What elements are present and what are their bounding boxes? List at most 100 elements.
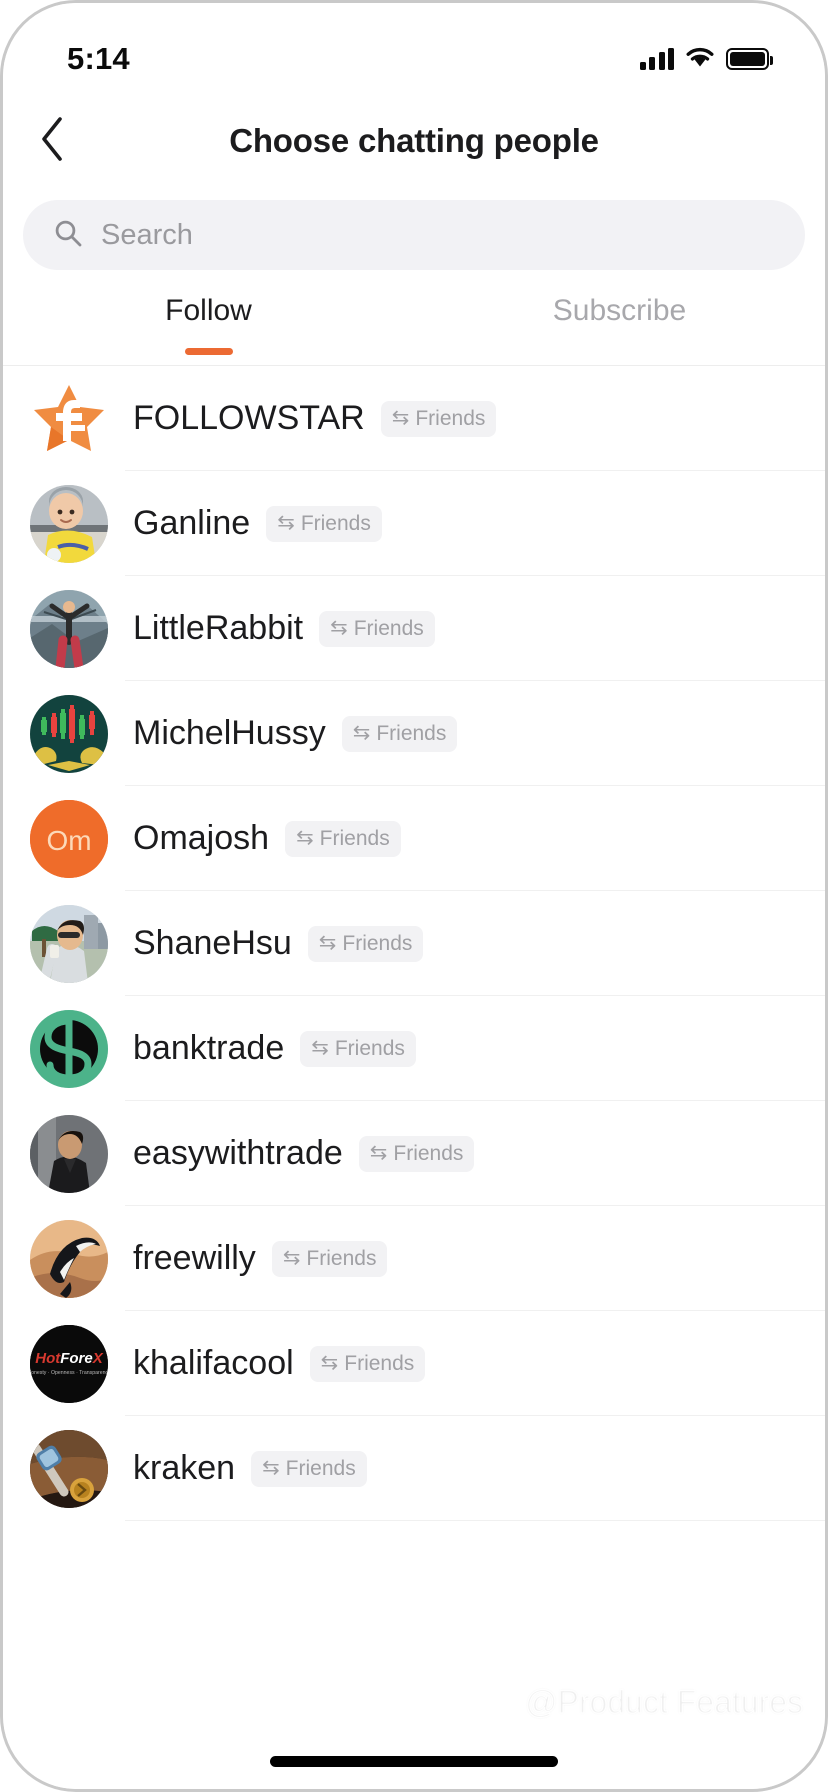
status-badge: ⇆ Friends <box>309 1345 426 1382</box>
avatar <box>30 589 108 668</box>
hotforex-logo-icon: HotForeX Honesty · Openness · Transparen… <box>30 1324 108 1403</box>
avatar <box>30 1429 108 1508</box>
avatar: HotForeX Honesty · Openness · Transparen… <box>30 1324 108 1403</box>
list-item[interactable]: Ganline ⇆ Friends <box>3 471 825 576</box>
status-badge: ⇆ Friends <box>307 925 424 962</box>
battery-full-icon <box>726 48 773 70</box>
status-badge-label: Friends <box>344 1351 415 1375</box>
exchange-arrows-icon: ⇆ <box>352 721 371 744</box>
exchange-arrows-icon: ⇆ <box>277 511 295 534</box>
search-input[interactable]: Search <box>23 200 805 270</box>
orca-whale-photo-icon <box>30 1219 108 1298</box>
tab-follow[interactable]: Follow <box>3 286 414 365</box>
person-arms-raised-photo-icon <box>30 589 108 668</box>
status-badge-label: Friends <box>393 1141 464 1165</box>
phone-frame: 5:14 Choose chatting people Search Follo… <box>0 0 828 1792</box>
status-badge-label: Friends <box>306 1246 377 1270</box>
app-screen: 5:14 Choose chatting people Search Follo… <box>3 3 825 1789</box>
list-item-name: ShaneHsu <box>133 924 292 962</box>
status-badge-label: Friends <box>376 721 447 745</box>
status-badge-label: Friends <box>319 826 390 850</box>
status-bar: 5:14 <box>3 3 825 99</box>
watch-photo-icon <box>30 1429 108 1508</box>
baby-photo-icon <box>30 484 108 563</box>
list-item[interactable]: kraken ⇆ Friends <box>3 1416 825 1521</box>
list-item-name: easywithtrade <box>133 1134 343 1172</box>
avatar <box>30 1114 108 1193</box>
list-item[interactable]: HotForeX Honesty · Openness · Transparen… <box>3 1311 825 1416</box>
search-icon <box>53 218 83 253</box>
list-item-name: Omajosh <box>133 819 270 857</box>
status-badge-label: Friends <box>285 1456 356 1480</box>
status-badge-label: Friends <box>342 931 413 955</box>
app-header: Choose chatting people <box>3 99 825 183</box>
list-item[interactable]: MichelHussy ⇆ Friends <box>3 681 825 786</box>
tab-follow-label: Follow <box>165 294 252 327</box>
status-badge: ⇆ Friends <box>266 505 382 542</box>
back-button[interactable] <box>25 114 79 168</box>
search-placeholder: Search <box>101 218 193 251</box>
list-item[interactable]: FOLLOWSTAR ⇆ Friends <box>3 366 825 471</box>
chevron-left-icon <box>39 116 65 167</box>
status-badge-label: Friends <box>334 1036 405 1060</box>
status-badge: ⇆ Friends <box>285 820 401 857</box>
avatar <box>30 379 108 458</box>
exchange-arrows-icon: ⇆ <box>369 1141 388 1164</box>
list-item-name: banktrade <box>133 1029 285 1067</box>
people-list: FOLLOWSTAR ⇆ Friends Ganline ⇆ Friends L… <box>3 366 825 1789</box>
list-item[interactable]: ShaneHsu ⇆ Friends <box>3 891 825 996</box>
green-dollar-sign-logo-icon <box>30 1009 108 1088</box>
list-item-name: LittleRabbit <box>133 609 304 647</box>
list-item-name: khalifacool <box>133 1344 294 1382</box>
status-badge: ⇆ Friends <box>380 400 497 437</box>
status-badge: ⇆ Friends <box>251 1450 367 1487</box>
tab-bar: Follow Subscribe <box>3 286 825 366</box>
status-badge-label: Friends <box>353 616 424 640</box>
avatar <box>30 694 108 773</box>
page-title: Choose chatting people <box>229 122 599 159</box>
exchange-arrows-icon: ⇆ <box>330 616 348 639</box>
avatar <box>30 484 108 563</box>
man-dark-shirt-photo-icon <box>30 1114 108 1193</box>
status-badge: ⇆ Friends <box>358 1135 475 1172</box>
exchange-arrows-icon: ⇆ <box>282 1246 301 1269</box>
tab-active-indicator <box>184 348 233 355</box>
list-item[interactable]: banktrade ⇆ Friends <box>3 996 825 1101</box>
home-indicator[interactable] <box>270 1756 558 1767</box>
tab-subscribe[interactable]: Subscribe <box>414 286 825 365</box>
status-time: 5:14 <box>67 41 130 76</box>
status-badge: ⇆ Friends <box>271 1240 388 1277</box>
avatar: Om <box>30 799 108 878</box>
hotforex-tagline-text: Honesty · Openness · Transparency <box>30 1370 108 1376</box>
man-outdoors-photo-icon <box>30 904 108 983</box>
status-badge-label: Friends <box>415 406 486 430</box>
list-item-name: Ganline <box>133 504 251 542</box>
status-badge: ⇆ Friends <box>300 1030 416 1067</box>
list-item-name: FOLLOWSTAR <box>133 399 365 437</box>
list-item[interactable]: easywithtrade ⇆ Friends <box>3 1101 825 1206</box>
exchange-arrows-icon: ⇆ <box>262 1456 280 1479</box>
exchange-arrows-icon: ⇆ <box>311 1036 329 1059</box>
exchange-arrows-icon: ⇆ <box>320 1351 339 1374</box>
avatar <box>30 1009 108 1088</box>
search-container: Search <box>3 183 825 270</box>
tab-subscribe-label: Subscribe <box>552 294 687 327</box>
status-badge-label: Friends <box>300 511 371 535</box>
exchange-arrows-icon: ⇆ <box>318 931 337 954</box>
list-item-name: freewilly <box>133 1239 256 1277</box>
list-item-name: kraken <box>133 1449 236 1487</box>
initials-om-icon: Om <box>30 799 108 878</box>
list-item[interactable]: LittleRabbit ⇆ Friends <box>3 576 825 681</box>
exchange-arrows-icon: ⇆ <box>391 406 410 429</box>
cellular-signal-icon <box>639 48 674 70</box>
hotforex-logo-text: HotForeX <box>35 1350 104 1367</box>
list-item[interactable]: freewilly ⇆ Friends <box>3 1206 825 1311</box>
followstar-logo-icon <box>34 384 104 451</box>
avatar <box>30 904 108 983</box>
list-item[interactable]: Om Omajosh ⇆ Friends <box>3 786 825 891</box>
exchange-arrows-icon: ⇆ <box>296 826 314 849</box>
avatar-initials-text: Om <box>46 825 91 856</box>
list-item-name: MichelHussy <box>133 714 326 752</box>
candlestick-chart-bull-bear-icon <box>30 694 108 773</box>
status-badge: ⇆ Friends <box>341 715 458 752</box>
